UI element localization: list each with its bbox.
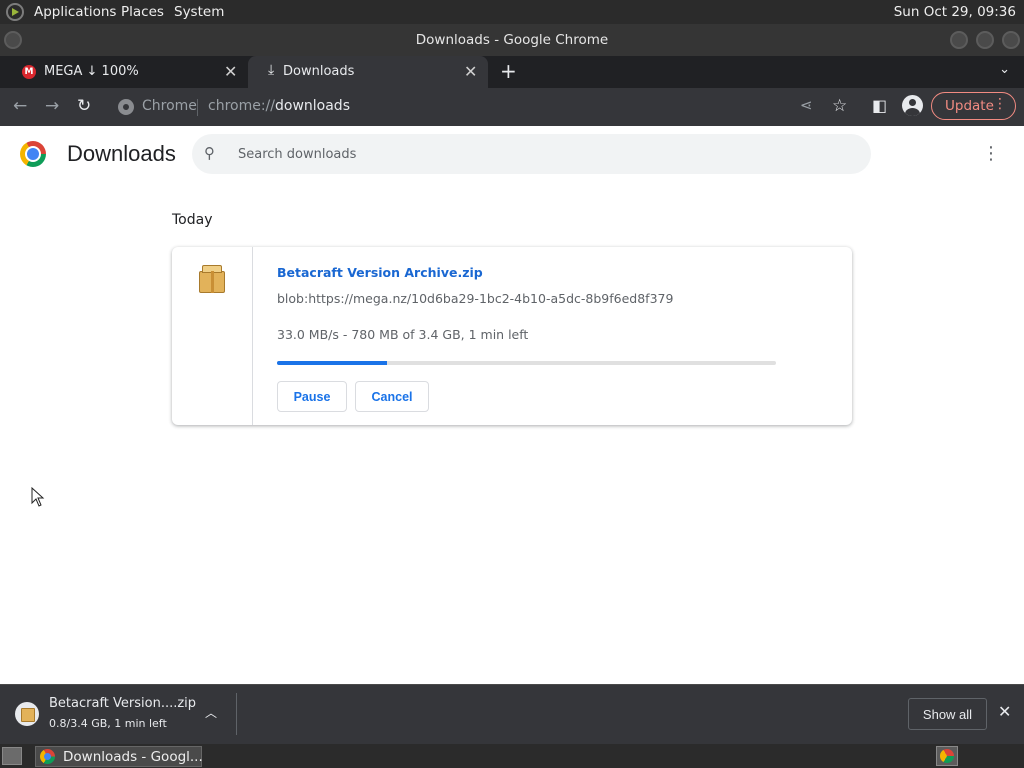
pause-button[interactable]: Pause [277, 381, 347, 412]
tray-chrome-icon[interactable] [936, 746, 958, 766]
site-chip-label: Chrome [142, 98, 197, 114]
chevron-up-icon[interactable]: ︿ [205, 704, 217, 721]
shelf-file-status: 0.8/3.4 GB, 1 min left [49, 717, 167, 730]
progress-fill [277, 361, 387, 365]
browser-toolbar: ← → ↻ Chrome chrome://downloads ⋖ ☆ ◧ Up… [0, 88, 1024, 126]
new-tab-plus-icon[interactable]: + [500, 59, 517, 83]
file-name-link[interactable]: Betacraft Version Archive.zip [277, 265, 483, 280]
close-shelf-icon[interactable]: ✕ [998, 702, 1011, 721]
menu-system[interactable]: System [174, 4, 224, 20]
show-all-button[interactable]: Show all [908, 698, 987, 730]
search-icon[interactable]: ⚲ [204, 144, 215, 162]
more-options-icon[interactable]: ⋮ [982, 143, 1000, 164]
update-button[interactable]: Update ⋮ [931, 92, 1016, 120]
minimize-button[interactable] [950, 31, 968, 49]
download-shelf: Betacraft Version....zip 0.8/3.4 GB, 1 m… [0, 684, 1024, 744]
close-window-button[interactable] [1002, 31, 1020, 49]
os-taskbar: Downloads - Googl... [0, 744, 1024, 768]
tab-close-icon[interactable]: ✕ [224, 62, 237, 81]
download-item-card: Betacraft Version Archive.zip blob:https… [172, 247, 852, 425]
shelf-download-item[interactable]: Betacraft Version....zip 0.8/3.4 GB, 1 m… [0, 685, 236, 744]
archive-file-icon [199, 265, 225, 293]
taskbar-window-label: Downloads - Googl... [63, 749, 203, 765]
reload-icon[interactable]: ↻ [77, 96, 91, 116]
side-panel-icon[interactable]: ◧ [872, 96, 887, 115]
search-input[interactable] [236, 142, 836, 166]
address-bar[interactable]: Chrome chrome://downloads [110, 91, 830, 123]
tab-label: MEGA ↓ 100% [44, 64, 139, 79]
mega-favicon-icon: M [22, 65, 36, 79]
url-text[interactable]: chrome://downloads [208, 98, 350, 114]
download-status: 33.0 MB/s - 780 MB of 3.4 GB, 1 min left [277, 327, 529, 342]
tab-close-icon[interactable]: ✕ [464, 62, 477, 81]
window-title: Downloads - Google Chrome [415, 32, 609, 48]
chrome-logo-icon [20, 141, 46, 167]
download-progress-bar [277, 361, 776, 365]
share-icon[interactable]: ⋖ [800, 96, 813, 114]
tab-search-chevron-down-icon[interactable]: ⌄ [999, 62, 1010, 77]
tab-label: Downloads [283, 64, 355, 79]
chrome-site-icon[interactable] [118, 99, 134, 115]
maximize-button[interactable] [976, 31, 994, 49]
clock[interactable]: Sun Oct 29, 09:36 [894, 4, 1016, 20]
shelf-divider [236, 693, 237, 735]
os-top-panel: Applications Places System Sun Oct 29, 0… [0, 0, 1024, 24]
forward-arrow-icon[interactable]: → [45, 96, 59, 116]
chrome-icon [40, 749, 55, 764]
search-downloads-box[interactable]: ⚲ [192, 134, 871, 174]
archive-file-icon [15, 702, 39, 726]
date-section-heading: Today [172, 212, 213, 228]
file-source-url[interactable]: blob:https://mega.nz/10d6ba29-1bc2-4b10-… [277, 291, 673, 306]
menu-applications[interactable]: Applications [34, 4, 116, 20]
show-desktop-icon[interactable] [2, 747, 22, 765]
bookmark-star-icon[interactable]: ☆ [832, 96, 847, 116]
update-label: Update [945, 98, 994, 114]
menu-places[interactable]: Places [121, 4, 164, 20]
tab-mega[interactable]: M MEGA ↓ 100% ✕ [0, 56, 248, 88]
window-titlebar: Downloads - Google Chrome [0, 24, 1024, 56]
back-arrow-icon[interactable]: ← [13, 96, 27, 116]
download-favicon-icon: ⤓ [268, 62, 275, 78]
taskbar-chrome-window[interactable]: Downloads - Googl... [35, 746, 203, 767]
more-vert-icon: ⋮ [993, 96, 1007, 112]
tab-strip: M MEGA ↓ 100% ✕ ⤓ Downloads ✕ + ⌄ [0, 56, 1024, 88]
omnibox-separator [197, 99, 198, 116]
profile-avatar-icon[interactable] [902, 95, 923, 116]
file-icon-column [172, 247, 253, 425]
cancel-button[interactable]: Cancel [355, 381, 429, 412]
os-logo-icon[interactable] [6, 3, 24, 21]
mouse-pointer-icon [31, 487, 45, 507]
tab-downloads[interactable]: ⤓ Downloads ✕ [248, 56, 488, 88]
page-title: Downloads [67, 141, 176, 166]
shelf-file-name: Betacraft Version....zip [49, 696, 197, 711]
